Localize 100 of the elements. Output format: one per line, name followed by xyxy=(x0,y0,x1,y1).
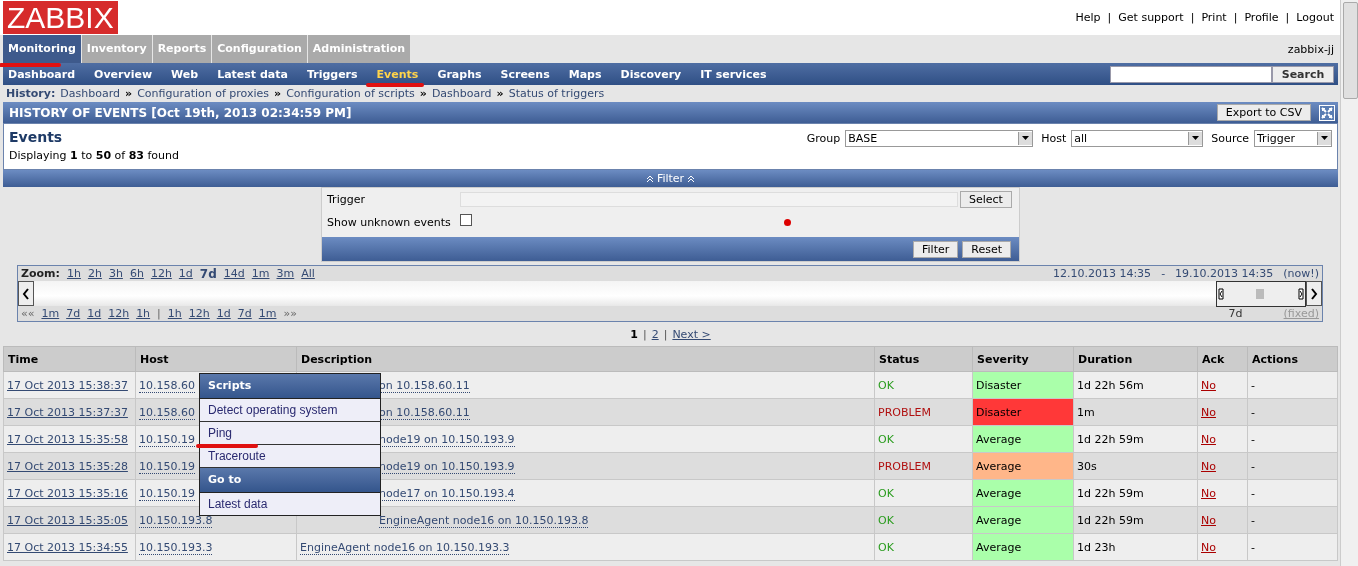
now-link[interactable]: (now!) xyxy=(1283,267,1319,280)
duration-cell: 1d 22h 59m xyxy=(1073,506,1198,534)
zoom-link[interactable]: 7d xyxy=(199,266,217,281)
dropdown[interactable]: Trigger xyxy=(1254,129,1332,147)
zoom-link[interactable]: 1m xyxy=(41,307,60,320)
zoom-link[interactable]: 1m xyxy=(251,267,270,280)
page-link[interactable]: 2 xyxy=(651,327,659,341)
submenu-item[interactable]: Dashboard xyxy=(3,67,84,81)
menu-item[interactable]: Latest data xyxy=(200,493,380,515)
ack-link[interactable]: No xyxy=(1201,432,1216,446)
ack-link[interactable]: No xyxy=(1201,513,1216,527)
submenu-item[interactable]: IT services xyxy=(695,67,775,81)
submenu-item[interactable]: Discovery xyxy=(615,67,690,81)
forward-arrows: »» xyxy=(283,307,297,320)
page-link[interactable]: Next > xyxy=(672,327,711,341)
host-link[interactable]: 10.150.19 xyxy=(139,432,195,447)
duration-cell: 30s xyxy=(1073,452,1198,480)
zoom-link[interactable]: 14d xyxy=(223,267,245,280)
dropdown-arrow-icon[interactable] xyxy=(1191,135,1201,141)
menu-item[interactable]: Detect operating system xyxy=(200,399,380,422)
host-link[interactable]: 10.158.60 xyxy=(139,405,195,420)
submenu-item[interactable]: Maps xyxy=(563,67,610,81)
severity-cell: Average xyxy=(972,506,1074,534)
filter-button[interactable]: Reset xyxy=(962,240,1011,258)
scroll-thumb[interactable] xyxy=(1343,2,1358,99)
submenu-item[interactable]: Events xyxy=(371,67,427,81)
dot-drawing xyxy=(784,219,791,226)
host-link[interactable]: 10.158.60 xyxy=(139,378,195,393)
zoom-link[interactable]: 1h xyxy=(167,307,182,320)
zoom-link[interactable]: 3m xyxy=(276,267,295,280)
status-cell: PROBLEM xyxy=(874,398,973,426)
search-field[interactable] xyxy=(1110,65,1272,83)
severity-cell: Disaster xyxy=(972,398,1074,426)
zoom-link[interactable]: 6h xyxy=(129,267,144,280)
zoom-link[interactable]: 3h xyxy=(108,267,123,280)
separator: | xyxy=(1190,11,1195,24)
ack-link[interactable]: No xyxy=(1201,459,1216,473)
export-button[interactable]: Export to CSV xyxy=(1216,104,1311,121)
host-link[interactable]: 10.150.19 xyxy=(139,459,195,474)
checkbox[interactable] xyxy=(460,213,472,226)
history-link[interactable]: Status of triggers xyxy=(508,87,605,100)
ack-link[interactable]: No xyxy=(1201,486,1216,500)
zoom-link[interactable]: 2h xyxy=(87,267,102,280)
zoom-link[interactable]: 1d xyxy=(87,307,102,320)
zoom-link[interactable]: 12h xyxy=(150,267,172,280)
history-link[interactable]: Configuration of scripts xyxy=(286,87,415,100)
zoom-link[interactable]: 7d xyxy=(237,307,252,320)
header-link[interactable]: Get support xyxy=(1118,11,1184,24)
filter-bar[interactable]: Filter xyxy=(3,170,1338,187)
select-button[interactable]: Select xyxy=(960,191,1012,208)
page-link[interactable]: 1 xyxy=(630,327,638,341)
host-link[interactable]: 10.150.19 xyxy=(139,486,195,501)
submenu-item[interactable]: Graphs xyxy=(432,67,490,81)
dropdown[interactable]: all xyxy=(1071,129,1204,147)
scroll-left-button[interactable] xyxy=(18,281,34,306)
zoom-link[interactable]: 12h xyxy=(108,307,130,320)
zoom-link[interactable]: 1m xyxy=(258,307,277,320)
column-header: Actions xyxy=(1247,346,1338,372)
menu-item[interactable]: Ping xyxy=(200,422,380,445)
submenu-item[interactable]: Web xyxy=(166,67,207,81)
submenu-item[interactable]: Triggers xyxy=(301,67,366,81)
scrollbar[interactable] xyxy=(1340,0,1358,566)
description-link[interactable]: EngineAgent node16 on 10.150.193.8 xyxy=(379,513,589,528)
ack-link[interactable]: No xyxy=(1201,378,1216,392)
double-chevron-up-icon xyxy=(645,174,654,183)
panel-title: Events xyxy=(9,129,64,145)
submenu-item[interactable]: Screens xyxy=(495,67,558,81)
scroll-right-button[interactable] xyxy=(1306,281,1322,306)
dropdown-arrow-icon[interactable] xyxy=(1021,135,1031,141)
zoom-label: Zoom: xyxy=(21,267,60,280)
dropdown[interactable]: BASE xyxy=(845,129,1034,147)
history-link[interactable]: Dashboard xyxy=(60,87,121,100)
submenu-item[interactable]: Latest data xyxy=(212,67,296,81)
header-link[interactable]: Logout xyxy=(1296,11,1334,24)
zoom-link[interactable]: 12h xyxy=(188,307,210,320)
history-link[interactable]: Configuration of proxies xyxy=(137,87,270,100)
dropdown-arrow-icon[interactable] xyxy=(1320,135,1329,141)
history-link[interactable]: Dashboard xyxy=(431,87,492,100)
header-link[interactable]: Help xyxy=(1075,11,1101,24)
range-start: 12.10.2013 14:35 xyxy=(1052,267,1152,280)
filter-button[interactable]: Filter xyxy=(913,240,959,258)
zoom-link[interactable]: 1h xyxy=(136,307,151,320)
fullscreen-icon[interactable] xyxy=(1319,104,1335,121)
range-end: 19.10.2013 14:35 xyxy=(1175,267,1274,280)
submenu-item[interactable]: Overview xyxy=(89,67,161,81)
description-link[interactable]: EngineAgent node16 on 10.150.193.3 xyxy=(300,540,510,555)
zoom-link[interactable]: 1d xyxy=(216,307,231,320)
search-button[interactable]: Search xyxy=(1272,65,1334,83)
ack-link[interactable]: No xyxy=(1201,540,1216,554)
header-link[interactable]: Print xyxy=(1201,11,1227,24)
duration-cell: 1d 23h xyxy=(1073,533,1198,561)
zoom-link[interactable]: 7d xyxy=(66,307,81,320)
zoom-link[interactable]: All xyxy=(301,267,315,280)
zoom-link[interactable]: 1h xyxy=(66,267,81,280)
ack-link[interactable]: No xyxy=(1201,405,1216,419)
zoom-link[interactable]: 1d xyxy=(178,267,193,280)
header-link[interactable]: Profile xyxy=(1244,11,1279,24)
timeline-handle[interactable] xyxy=(1216,280,1306,307)
separator: | xyxy=(642,327,647,341)
double-chevron-up-icon xyxy=(687,174,696,183)
